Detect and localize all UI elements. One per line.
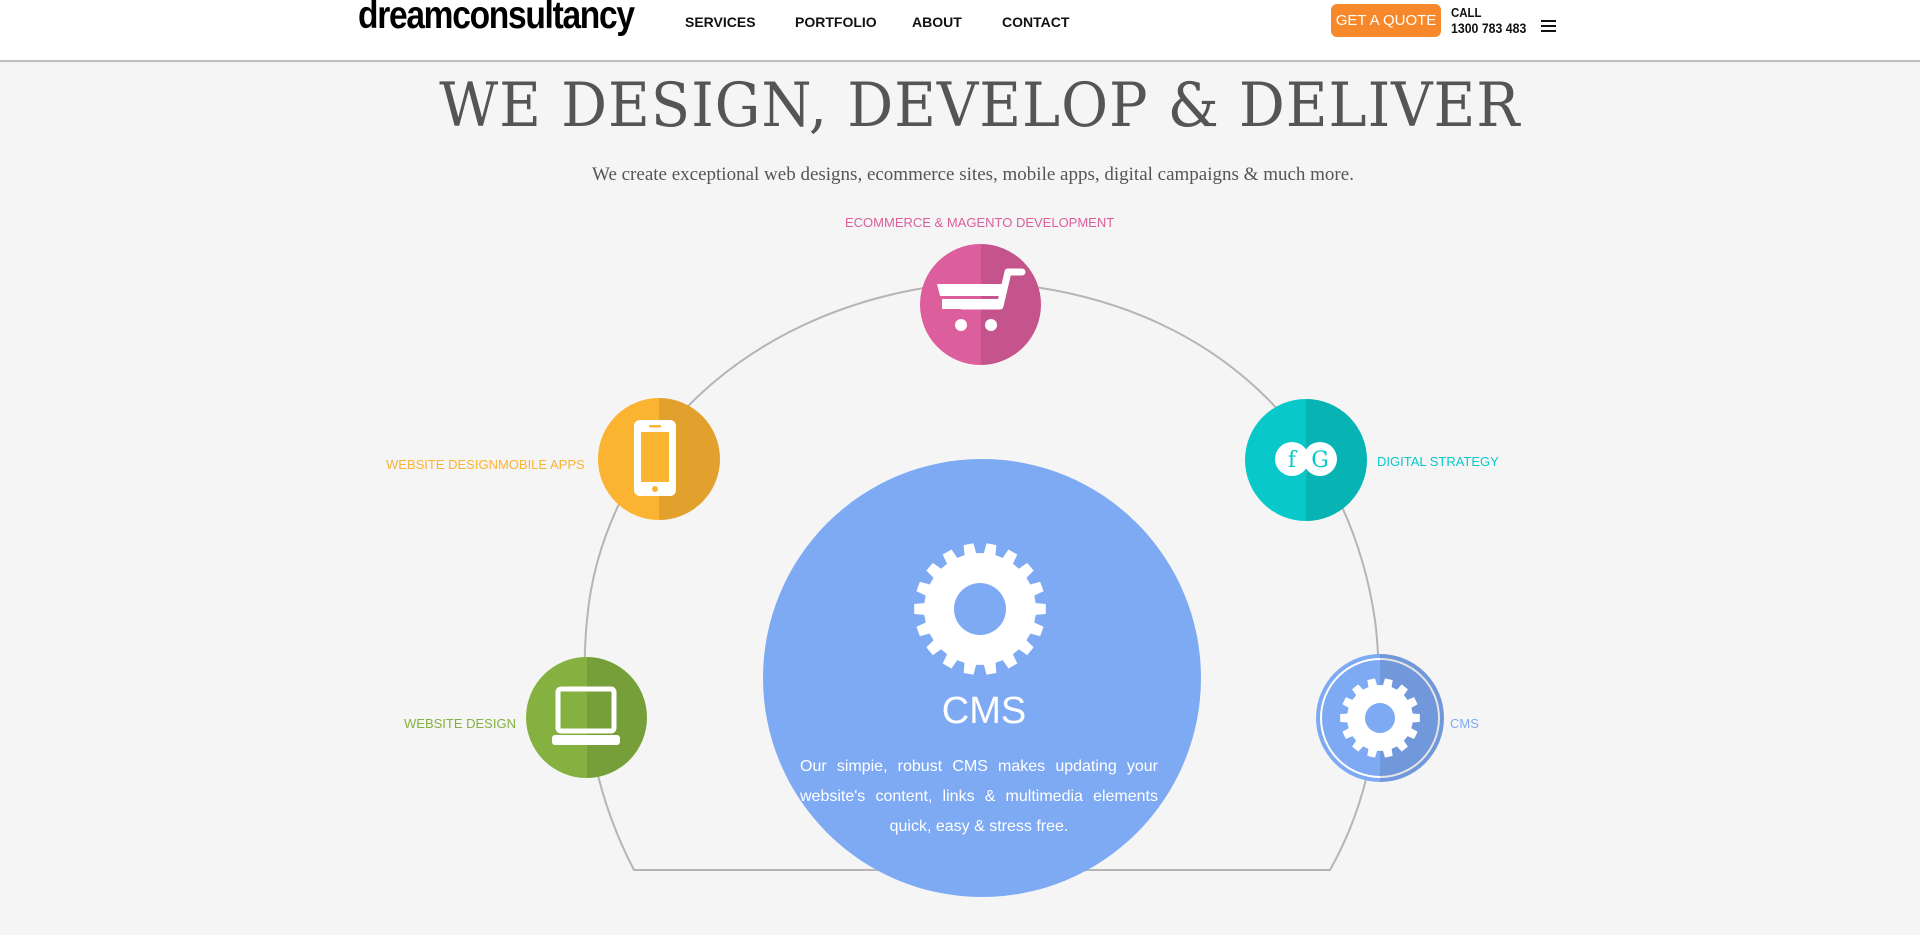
service-cms-circle[interactable] xyxy=(1316,654,1444,782)
featured-service-description: Our simpie, robust CMS makes updating yo… xyxy=(800,758,1158,835)
service-website-design-label[interactable]: WEBSITE DESIGN xyxy=(404,716,516,731)
service-ecommerce-circle[interactable] xyxy=(920,244,1041,365)
service-ecommerce-label[interactable]: ECOMMERCE & MAGENTO DEVELOPMENT xyxy=(845,215,1114,230)
service-mobile-apps-circle[interactable] xyxy=(598,398,720,520)
featured-service-title: CMS xyxy=(941,690,1027,732)
gear-icon xyxy=(1340,678,1420,758)
service-cms-label[interactable]: CMS xyxy=(1450,716,1479,731)
gear-icon xyxy=(914,543,1046,675)
google-icon: G xyxy=(1311,448,1329,473)
laptop-icon xyxy=(552,686,620,745)
service-website-design-circle[interactable] xyxy=(526,657,647,778)
service-digital-strategy-circle[interactable]: f G xyxy=(1245,399,1367,521)
service-digital-strategy-label[interactable]: DIGITAL STRATEGY xyxy=(1377,454,1499,469)
smartphone-icon xyxy=(634,420,676,496)
social-media-icon: f G xyxy=(1275,442,1337,476)
shopping-cart-icon xyxy=(937,268,1026,331)
service-mobile-apps-label[interactable]: WEBSITE DESIGNMOBILE APPS xyxy=(386,457,585,472)
